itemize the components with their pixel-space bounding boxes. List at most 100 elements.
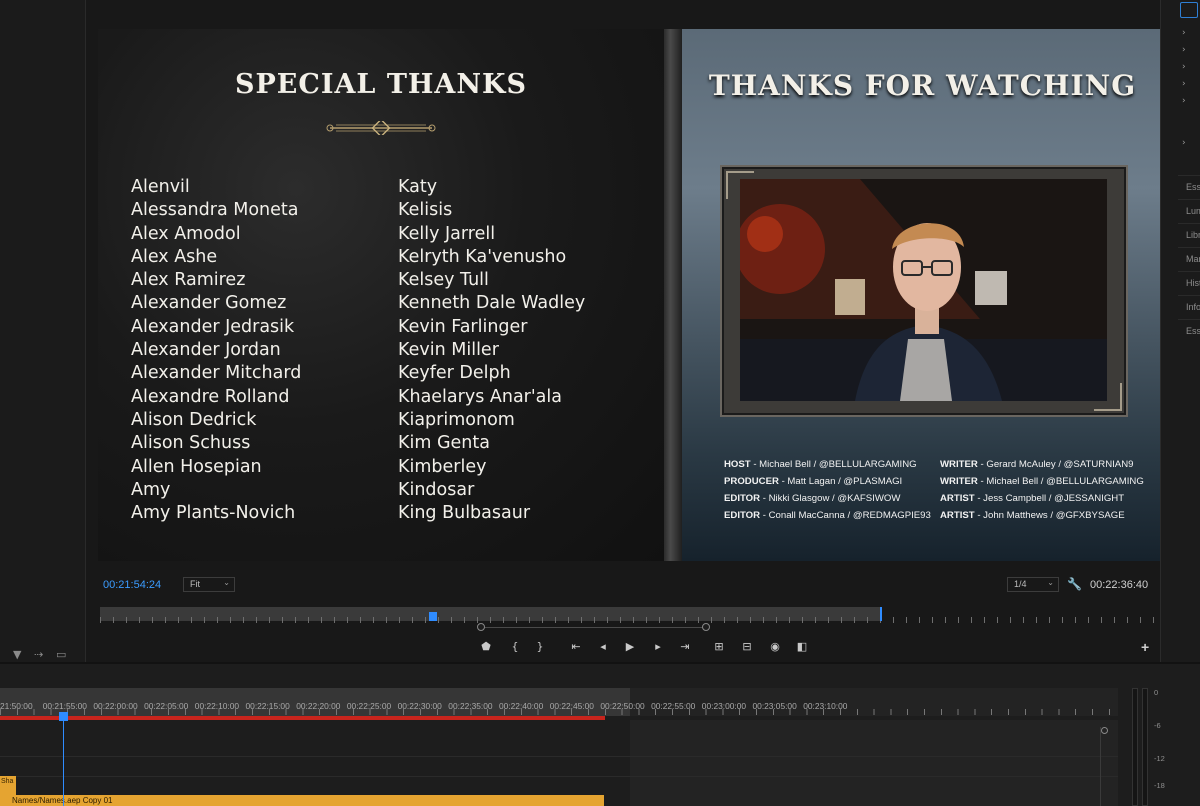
- timeline-ruler-label: 00:22:10:00: [194, 701, 240, 711]
- go-to-in-icon[interactable]: ⇤: [567, 640, 585, 653]
- audio-meter-left: [1132, 688, 1138, 806]
- lift-icon[interactable]: ⊞: [710, 640, 728, 653]
- panel-tab[interactable]: Markers: [1178, 247, 1200, 269]
- playback-resolution-select[interactable]: 1/4 ⌄: [1007, 577, 1059, 592]
- tree-expand-icon[interactable]: ›: [1182, 96, 1186, 106]
- zoom-start-handle[interactable]: [477, 623, 485, 631]
- go-to-out-icon[interactable]: ⇥: [676, 640, 694, 653]
- frame-corner-icon: [1094, 383, 1122, 411]
- filter-icon[interactable]: ▼: [13, 648, 21, 661]
- program-frame: SPECIAL THANKS Alenvil Alessandra Moneta A…: [98, 29, 1163, 561]
- compare-view-icon[interactable]: ◧: [793, 640, 811, 653]
- supporter-name: Kevin Farlinger: [398, 316, 528, 337]
- monitor-playhead[interactable]: [429, 612, 437, 621]
- tree-expand-icon[interactable]: ›: [1182, 138, 1186, 148]
- supporter-name: Kenneth Dale Wadley: [398, 293, 586, 314]
- ornament-icon: [326, 121, 436, 135]
- supporter-name: Alexander Jedrasik: [131, 316, 295, 337]
- supporter-name: Khaelarys Anar'ala: [398, 386, 562, 407]
- special-thanks-slide: SPECIAL THANKS Alenvil Alessandra Moneta A…: [98, 29, 664, 561]
- timeline-playhead[interactable]: [59, 712, 68, 721]
- meter-label: -6: [1154, 721, 1161, 730]
- tree-expand-icon[interactable]: ›: [1182, 28, 1186, 38]
- monitor-out-marker: [880, 607, 882, 621]
- step-back-icon[interactable]: ◂: [594, 640, 612, 653]
- timeline-ruler-label: 00:23:00:00: [701, 701, 747, 711]
- slide-divider: [664, 29, 682, 561]
- panel-tab[interactable]: History: [1178, 271, 1200, 293]
- crew-credit: EDITOR - Conall MacCanna / @REDMAGPIE93: [724, 510, 931, 521]
- webcam-frame: [720, 165, 1128, 417]
- timeline-empty-area: [630, 720, 1118, 806]
- duration-timecode: 00:22:36:40: [1090, 579, 1149, 591]
- crew-credit: HOST - Michael Bell / @BELLULARGAMING: [724, 459, 917, 470]
- timeline-scrollbar[interactable]: [1100, 727, 1108, 806]
- marker-icon[interactable]: ⇢: [34, 648, 43, 661]
- tree-expand-icon[interactable]: ›: [1182, 45, 1186, 55]
- timeline-ruler-label: 00:23:05:00: [752, 701, 797, 711]
- supporter-name: Kelly Jarrell: [398, 223, 496, 244]
- export-frame-icon[interactable]: ◉: [766, 640, 784, 653]
- monitor-zoom-bar[interactable]: [480, 627, 708, 628]
- add-marker-icon[interactable]: ⬟: [477, 640, 495, 653]
- zoom-level-select[interactable]: Fit ⌄: [183, 577, 235, 592]
- timeline-ruler-label: 00:22:15:00: [245, 701, 290, 711]
- special-thanks-title: SPECIAL THANKS: [234, 69, 528, 100]
- add-button-icon[interactable]: +: [1141, 639, 1149, 655]
- supporter-name: Alex Amodol: [131, 223, 241, 244]
- tree-expand-icon[interactable]: ›: [1182, 62, 1186, 72]
- timeline-ruler-label: 00:22:05:00: [144, 701, 189, 711]
- folder-icon[interactable]: ▭: [56, 648, 66, 661]
- timeline-ruler-label: 00:22:50:00: [600, 701, 645, 711]
- monitor-time-ruler[interactable]: [100, 607, 1160, 623]
- supporter-name: Kimberley: [398, 456, 487, 477]
- supporter-name: Kiaprimonom: [398, 409, 515, 430]
- webcam-image: [740, 179, 1107, 401]
- panel-tab[interactable]: Info: [1178, 295, 1200, 317]
- supporter-name: Alexander Mitchard: [131, 363, 302, 384]
- search-icon[interactable]: [1180, 2, 1198, 18]
- supporter-name: Alenvil: [131, 177, 190, 197]
- meter-label: 0: [1154, 688, 1159, 697]
- timeline-scroll-handle[interactable]: [1101, 727, 1108, 734]
- supporter-name: Amy Plants-Novich: [131, 503, 296, 524]
- supporter-name: Alex Ramirez: [131, 270, 246, 291]
- timeline-clip-small[interactable]: Sha: [0, 776, 16, 796]
- extract-icon[interactable]: ⊟: [738, 640, 756, 653]
- supporter-name: Alessandra Moneta: [131, 200, 299, 221]
- panel-tab[interactable]: Libraries: [1178, 223, 1200, 245]
- monitor-ticks: [100, 617, 1160, 623]
- crew-credit: EDITOR - Nikki Glasgow / @KAFSIWOW: [724, 493, 901, 504]
- supporter-name: Kevin Miller: [398, 340, 499, 361]
- timeline-ruler-label: 00:22:20:00: [296, 701, 341, 711]
- timeline-ruler-label: 00:22:25:00: [346, 701, 392, 711]
- timeline-ruler-label: 00:22:40:00: [499, 701, 544, 711]
- left-panel: [0, 0, 86, 662]
- supporter-name: Kindosar: [398, 479, 475, 500]
- supporter-name: King Bulbasaur: [398, 503, 531, 524]
- step-forward-icon[interactable]: ▸: [649, 640, 667, 653]
- current-timecode[interactable]: 00:21:54:24: [103, 579, 161, 591]
- resolution-value: 1/4: [1014, 579, 1027, 589]
- tree-expand-icon[interactable]: ›: [1182, 79, 1186, 89]
- supporter-name: Alison Dedrick: [131, 409, 257, 430]
- supporter-name: Alison Schuss: [131, 433, 251, 454]
- supporter-name: Kim Genta: [398, 433, 490, 454]
- mark-in-icon[interactable]: {: [506, 640, 524, 653]
- audio-meters: 0 -6 -12 -18: [1126, 684, 1200, 806]
- supporter-name: Alexander Jordan: [131, 340, 281, 361]
- settings-wrench-icon[interactable]: 🔧: [1067, 577, 1082, 591]
- supporter-name: Alexander Gomez: [131, 293, 287, 314]
- work-area-bar[interactable]: [0, 716, 605, 720]
- play-icon[interactable]: ▶: [621, 640, 639, 653]
- mark-out-icon[interactable]: }: [531, 640, 549, 653]
- panel-tab[interactable]: Lumetri: [1178, 199, 1200, 221]
- names-column-2: Katy Kelisis Kelly Jarrell Kelryth Ka'venus…: [398, 176, 585, 525]
- track-divider: [0, 756, 1118, 757]
- panel-tab[interactable]: Essential: [1178, 319, 1200, 341]
- zoom-end-handle[interactable]: [702, 623, 710, 631]
- track-divider: [0, 776, 1118, 777]
- panel-tab[interactable]: Essential: [1178, 175, 1200, 197]
- chevron-down-icon: ⌄: [1047, 578, 1054, 587]
- crew-credit: WRITER - Gerard McAuley / @SATURNIAN9: [940, 459, 1134, 470]
